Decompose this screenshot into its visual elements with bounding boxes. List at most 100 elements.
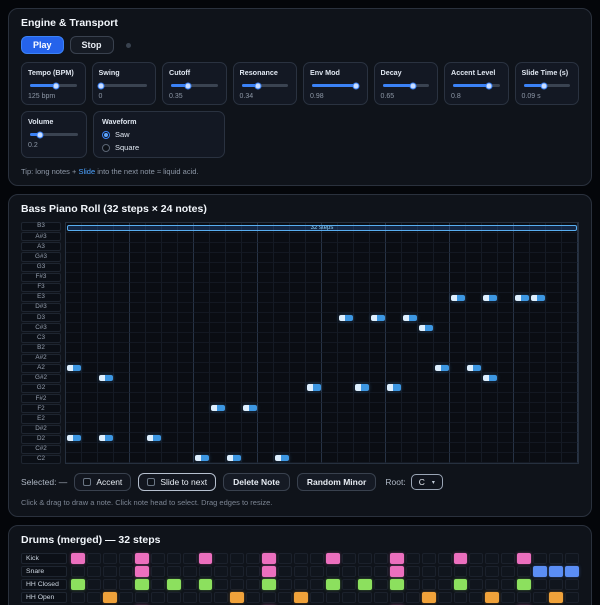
drum-cell[interactable] xyxy=(422,566,436,577)
drum-cell[interactable] xyxy=(246,566,260,577)
note-tail[interactable] xyxy=(73,365,81,372)
drum-cell[interactable] xyxy=(485,579,499,590)
slider-thumb[interactable] xyxy=(185,82,192,89)
drum-cell[interactable] xyxy=(438,579,452,590)
slider-track[interactable] xyxy=(101,84,148,87)
note[interactable] xyxy=(467,365,481,372)
drum-cell[interactable] xyxy=(390,592,404,603)
note-tail[interactable] xyxy=(73,435,81,442)
piano-grid[interactable]: 32 steps xyxy=(65,222,579,464)
drum-cell[interactable] xyxy=(246,553,260,564)
slider-thumb[interactable] xyxy=(254,82,261,89)
drum-cell[interactable] xyxy=(167,553,181,564)
drum-cell[interactable] xyxy=(533,592,547,603)
drum-cell[interactable] xyxy=(87,592,101,603)
slider-track[interactable] xyxy=(30,84,77,87)
drum-cell[interactable] xyxy=(358,566,372,577)
drum-cell[interactable] xyxy=(310,566,324,577)
note-tail[interactable] xyxy=(489,375,497,382)
drum-cell[interactable] xyxy=(469,553,483,564)
drum-cell[interactable] xyxy=(294,553,308,564)
drum-cell[interactable] xyxy=(278,592,292,603)
slider-thumb[interactable] xyxy=(36,131,43,138)
drum-cell[interactable] xyxy=(310,579,324,590)
note[interactable] xyxy=(99,435,113,442)
drum-cell[interactable] xyxy=(151,553,165,564)
drum-cell[interactable] xyxy=(454,553,468,564)
drum-cell[interactable] xyxy=(549,553,563,564)
drum-cell[interactable] xyxy=(151,579,165,590)
note-tail[interactable] xyxy=(249,405,257,412)
drum-cell[interactable] xyxy=(406,566,420,577)
drum-cell[interactable] xyxy=(501,553,515,564)
drum-cell[interactable] xyxy=(390,566,404,577)
drum-cell[interactable] xyxy=(517,553,531,564)
drum-cell[interactable] xyxy=(390,553,404,564)
random-minor-button[interactable]: Random Minor xyxy=(297,473,377,491)
drum-cell[interactable] xyxy=(469,592,483,603)
note-tail[interactable] xyxy=(105,375,113,382)
drum-cell[interactable] xyxy=(119,579,133,590)
note-tail[interactable] xyxy=(313,384,321,391)
drum-cell[interactable] xyxy=(422,579,436,590)
drum-cell[interactable] xyxy=(406,553,420,564)
drum-cell[interactable] xyxy=(71,592,85,603)
drum-cell[interactable] xyxy=(71,553,85,564)
waveform-option-square[interactable]: Square xyxy=(102,143,216,152)
drum-cell[interactable] xyxy=(549,592,563,603)
drum-cell[interactable] xyxy=(565,566,579,577)
slider-thumb[interactable] xyxy=(486,82,493,89)
note[interactable] xyxy=(339,315,353,322)
drum-cell[interactable] xyxy=(454,566,468,577)
slider-track[interactable] xyxy=(453,84,500,87)
note-tail[interactable] xyxy=(361,384,369,391)
note-tail[interactable] xyxy=(153,435,161,442)
drum-cell[interactable] xyxy=(230,553,244,564)
note-tail[interactable] xyxy=(521,295,529,302)
note[interactable] xyxy=(275,455,289,462)
drum-cell[interactable] xyxy=(533,566,547,577)
note[interactable] xyxy=(451,295,465,302)
note[interactable] xyxy=(515,295,529,302)
note-tail[interactable] xyxy=(281,455,289,462)
note[interactable] xyxy=(195,455,209,462)
drum-cell[interactable] xyxy=(517,592,531,603)
note[interactable] xyxy=(435,365,449,372)
note-tail[interactable] xyxy=(441,365,449,372)
note[interactable] xyxy=(419,325,433,332)
drum-cell[interactable] xyxy=(533,553,547,564)
drum-cell[interactable] xyxy=(262,566,276,577)
drum-cell[interactable] xyxy=(565,592,579,603)
drum-cell[interactable] xyxy=(214,566,228,577)
note-tail[interactable] xyxy=(537,295,545,302)
drum-cell[interactable] xyxy=(278,566,292,577)
drum-cell[interactable] xyxy=(358,579,372,590)
drum-cell[interactable] xyxy=(119,553,133,564)
drum-cell[interactable] xyxy=(103,592,117,603)
note-tail[interactable] xyxy=(105,435,113,442)
note[interactable] xyxy=(243,405,257,412)
drum-cell[interactable] xyxy=(342,579,356,590)
drum-cell[interactable] xyxy=(135,566,149,577)
note-tail[interactable] xyxy=(409,315,417,322)
slider-track[interactable] xyxy=(524,84,571,87)
drum-cell[interactable] xyxy=(501,566,515,577)
drum-cell[interactable] xyxy=(374,553,388,564)
slider-track[interactable] xyxy=(312,84,359,87)
drum-cell[interactable] xyxy=(246,592,260,603)
drum-cell[interactable] xyxy=(278,553,292,564)
drum-cell[interactable] xyxy=(167,566,181,577)
note-tail[interactable] xyxy=(393,384,401,391)
drum-cell[interactable] xyxy=(358,553,372,564)
drum-cell[interactable] xyxy=(71,566,85,577)
drum-cell[interactable] xyxy=(135,579,149,590)
note[interactable] xyxy=(483,295,497,302)
drum-cell[interactable] xyxy=(167,579,181,590)
slider-track[interactable] xyxy=(30,133,78,136)
drum-cell[interactable] xyxy=(342,592,356,603)
drum-cell[interactable] xyxy=(71,579,85,590)
drum-cell[interactable] xyxy=(549,579,563,590)
note[interactable] xyxy=(387,384,401,391)
note[interactable] xyxy=(483,375,497,382)
drum-cell[interactable] xyxy=(151,592,165,603)
